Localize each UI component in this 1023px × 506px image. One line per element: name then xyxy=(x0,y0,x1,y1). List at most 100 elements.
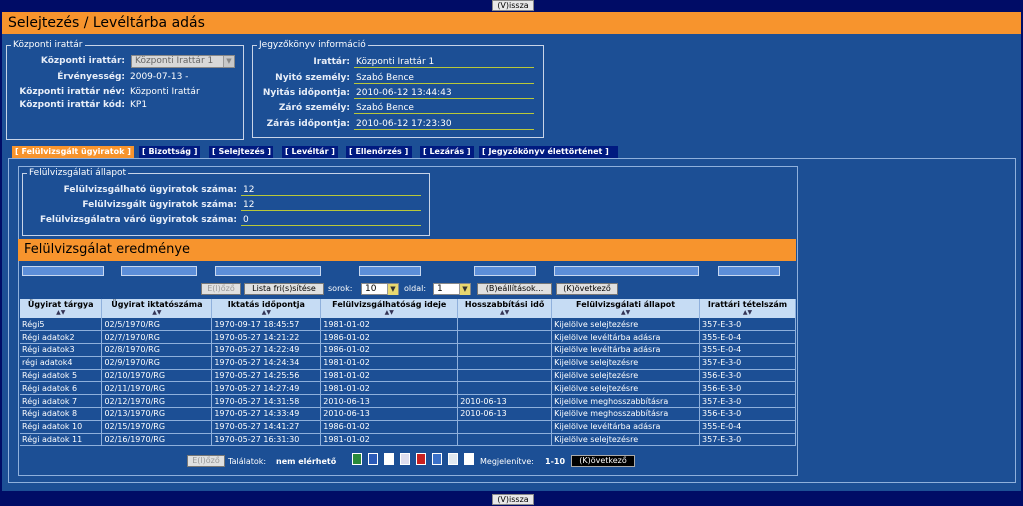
prev-button[interactable]: E(l)őző xyxy=(201,283,241,295)
table-cell: Kijelölve selejtezésre xyxy=(551,318,701,332)
table-row[interactable]: Régi adatok 10 02/15/1970/RG 1970-05-27 14… xyxy=(20,420,796,434)
sort-arrows-icon[interactable]: ▲▼ xyxy=(20,309,101,316)
column-header[interactable]: Irattári tételszám ▲▼ xyxy=(699,299,796,318)
text-export-icon[interactable] xyxy=(384,453,394,465)
table-row[interactable]: Régi adatok 6 02/11/1970/RG 1970-05-27 14:… xyxy=(20,381,796,396)
column-header-label: Iktatás időpontja xyxy=(227,300,305,309)
sort-arrows-icon[interactable]: ▲▼ xyxy=(212,309,320,316)
column-header[interactable]: Iktatás időpontja ▲▼ xyxy=(211,299,322,318)
pdf-export-icon[interactable] xyxy=(416,453,426,465)
sort-arrows-icon[interactable]: ▲▼ xyxy=(458,309,551,316)
page-select[interactable]: 1 ▼ xyxy=(433,283,471,295)
table-cell: 1981-01-02 xyxy=(320,369,459,383)
sort-arrows-icon[interactable]: ▲▼ xyxy=(552,309,699,316)
table-cell: 2010-06-13 xyxy=(320,407,459,421)
back-button-top[interactable]: (V)issza xyxy=(492,0,534,11)
column-header-label: Felülvizsgálati állapot xyxy=(576,300,676,309)
filter-input-idopont[interactable] xyxy=(215,266,321,276)
column-header-label: Hosszabbítási idő xyxy=(464,300,545,309)
rows-select[interactable]: 10 ▼ xyxy=(361,283,399,295)
table-row[interactable]: Régi adatok 8 02/13/1970/RG 1970-05-27 14:… xyxy=(20,407,796,421)
table-cell: Régi adatok 11 xyxy=(20,433,103,447)
filter-input-targy[interactable] xyxy=(22,266,104,276)
underline xyxy=(241,210,421,211)
irattar-label: Központi irattár: xyxy=(40,56,125,66)
table-cell: 356-E-3-0 xyxy=(699,369,796,383)
table-row[interactable]: Régi adatok 11 02/16/1970/RG 1970-05-27 16… xyxy=(20,433,796,447)
sort-arrows-icon[interactable]: ▲▼ xyxy=(700,309,795,316)
minutes-info-legend: Jegyzőkönyv információ xyxy=(259,40,366,50)
table-cell: Kijelölve meghosszabbításra xyxy=(551,394,701,409)
filter-input-iktatoszam[interactable] xyxy=(121,266,197,276)
table-cell: 02/9/1970/RG xyxy=(101,356,213,370)
display-value: 1-10 xyxy=(545,457,566,466)
back-button-bottom[interactable]: (V)issza xyxy=(492,494,534,505)
next-button[interactable]: (K)övetkező xyxy=(556,283,618,295)
html-export-icon[interactable] xyxy=(432,453,442,465)
sort-arrows-icon[interactable]: ▲▼ xyxy=(321,309,457,316)
rows-label: sorok: xyxy=(328,284,353,293)
table-row[interactable]: régi adatok4 02/9/1970/RG 1970-05-27 14:24… xyxy=(20,356,796,370)
jk-label: Nyitás időpontja: xyxy=(262,88,350,98)
settings-button[interactable]: (B)eállítások... xyxy=(477,283,552,295)
table-cell: Régi adatok 7 xyxy=(20,394,103,409)
display-label: Megjelenítve: xyxy=(480,457,534,466)
jk-value: Szabó Bence xyxy=(356,103,414,113)
document-export-icon[interactable] xyxy=(400,453,410,465)
table-cell: Régi adatok 6 xyxy=(20,381,103,396)
filter-input-felulvizsgalhatosag[interactable] xyxy=(359,266,421,276)
table-cell: 1970-05-27 14:21:22 xyxy=(211,330,322,345)
jk-value: Szabó Bence xyxy=(356,73,414,83)
tab-leveltar[interactable]: [ Levéltár ] xyxy=(282,146,338,158)
table-row[interactable]: Régi adatok 5 02/10/1970/RG 1970-05-27 14:… xyxy=(20,369,796,383)
column-header[interactable]: Felülvizsgálhatóság ideje ▲▼ xyxy=(320,299,459,318)
tab-ellenorzes[interactable]: [ Ellenőrzés ] xyxy=(346,146,412,158)
underline xyxy=(241,225,421,226)
word-export-icon[interactable] xyxy=(368,453,378,465)
sort-arrows-icon[interactable]: ▲▼ xyxy=(102,309,211,316)
filter-input-hosszabbitas[interactable] xyxy=(474,266,536,276)
table-cell: 1970-09-17 18:45:57 xyxy=(211,318,322,332)
column-header[interactable]: Ügyirat iktatószáma ▲▼ xyxy=(101,299,213,318)
irattar-select-value: Központi Irattár 1 xyxy=(135,56,214,66)
footer-prev-button[interactable]: E(l)őző xyxy=(187,455,225,467)
table-cell: Régi adatok 10 xyxy=(20,420,103,434)
table-cell: 355-E-0-4 xyxy=(699,420,796,434)
refresh-list-button[interactable]: Lista fri(s)sítése xyxy=(244,283,324,295)
tab-bizottsag[interactable]: [ Bizottság ] xyxy=(139,146,200,158)
table-cell: 1970-05-27 14:33:49 xyxy=(211,407,322,421)
table-cell: 355-E-0-4 xyxy=(699,343,796,357)
table-cell: Kijelölve meghosszabbításra xyxy=(551,407,701,421)
irattar-select[interactable]: Központi Irattár 1 ▼ xyxy=(131,55,235,68)
allapot-value: 12 xyxy=(243,200,255,210)
table-cell: 357-E-3-0 xyxy=(699,318,796,332)
table-cell xyxy=(457,318,553,332)
blank-page-icon[interactable] xyxy=(464,453,474,465)
column-header[interactable]: Hosszabbítási idő ▲▼ xyxy=(457,299,553,318)
results-label: Találatok: xyxy=(228,457,267,466)
tab-felulvizsgalt[interactable]: [ Felülvizsgált ügyiratok ] xyxy=(12,146,134,158)
footer-next-button[interactable]: (K)övetkező xyxy=(571,455,635,467)
filter-input-allapot[interactable] xyxy=(554,266,699,276)
tab-lezaras[interactable]: [ Lezárás ] xyxy=(420,146,474,158)
table-cell: 1970-05-27 14:31:58 xyxy=(211,394,322,409)
print-icon[interactable] xyxy=(448,453,458,465)
table-cell: Kijelölve selejtezésre xyxy=(551,356,701,370)
excel-export-icon[interactable] xyxy=(352,453,362,465)
table-row[interactable]: Régi adatok3 02/8/1970/RG 1970-05-27 14:22… xyxy=(20,343,796,357)
column-header[interactable]: Felülvizsgálati állapot ▲▼ xyxy=(551,299,701,318)
table-row[interactable]: Régi adatok2 02/7/1970/RG 1970-05-27 14:21… xyxy=(20,330,796,345)
table-row[interactable]: Régi5 02/5/1970/RG 1970-09-17 18:45:57 1981… xyxy=(20,318,796,332)
table-cell: 1981-01-02 xyxy=(320,356,459,370)
table-cell: 1986-01-02 xyxy=(320,343,459,357)
tab-jegyzokonyv-elettortenet[interactable]: [ Jegyzőkönyv élettörténet ] xyxy=(479,146,618,158)
column-header[interactable]: Ügyirat tárgya ▲▼ xyxy=(20,299,103,318)
result-title: Felülvizsgálat eredménye xyxy=(24,242,191,257)
table-cell: 02/5/1970/RG xyxy=(101,318,213,332)
jk-label: Irattár: xyxy=(313,57,350,67)
table-row[interactable]: Régi adatok 7 02/12/1970/RG 1970-05-27 14:… xyxy=(20,394,796,409)
table-cell: 02/8/1970/RG xyxy=(101,343,213,357)
filter-input-tetelszam[interactable] xyxy=(718,266,780,276)
tab-selejtezes[interactable]: [ Selejtezés ] xyxy=(209,146,273,158)
table-cell xyxy=(457,381,553,396)
